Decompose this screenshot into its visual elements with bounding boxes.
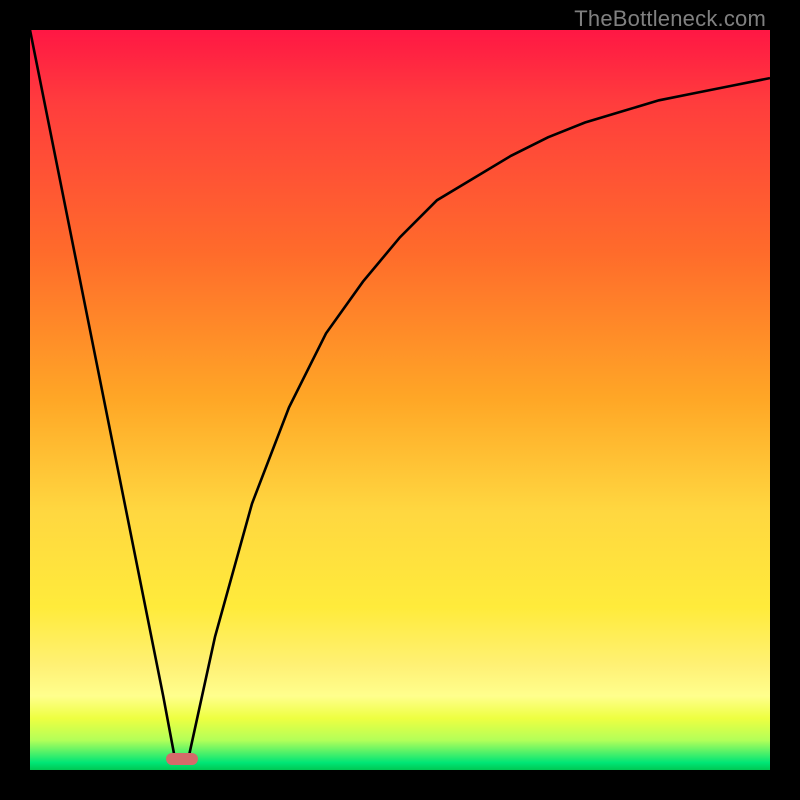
chart-frame: TheBottleneck.com (0, 0, 800, 800)
curve-right-ascent (189, 78, 770, 755)
curve-left-descent (30, 30, 174, 755)
bottleneck-marker (166, 753, 198, 765)
watermark-text: TheBottleneck.com (574, 6, 766, 32)
plot-area (30, 30, 770, 770)
curve-svg (30, 30, 770, 770)
